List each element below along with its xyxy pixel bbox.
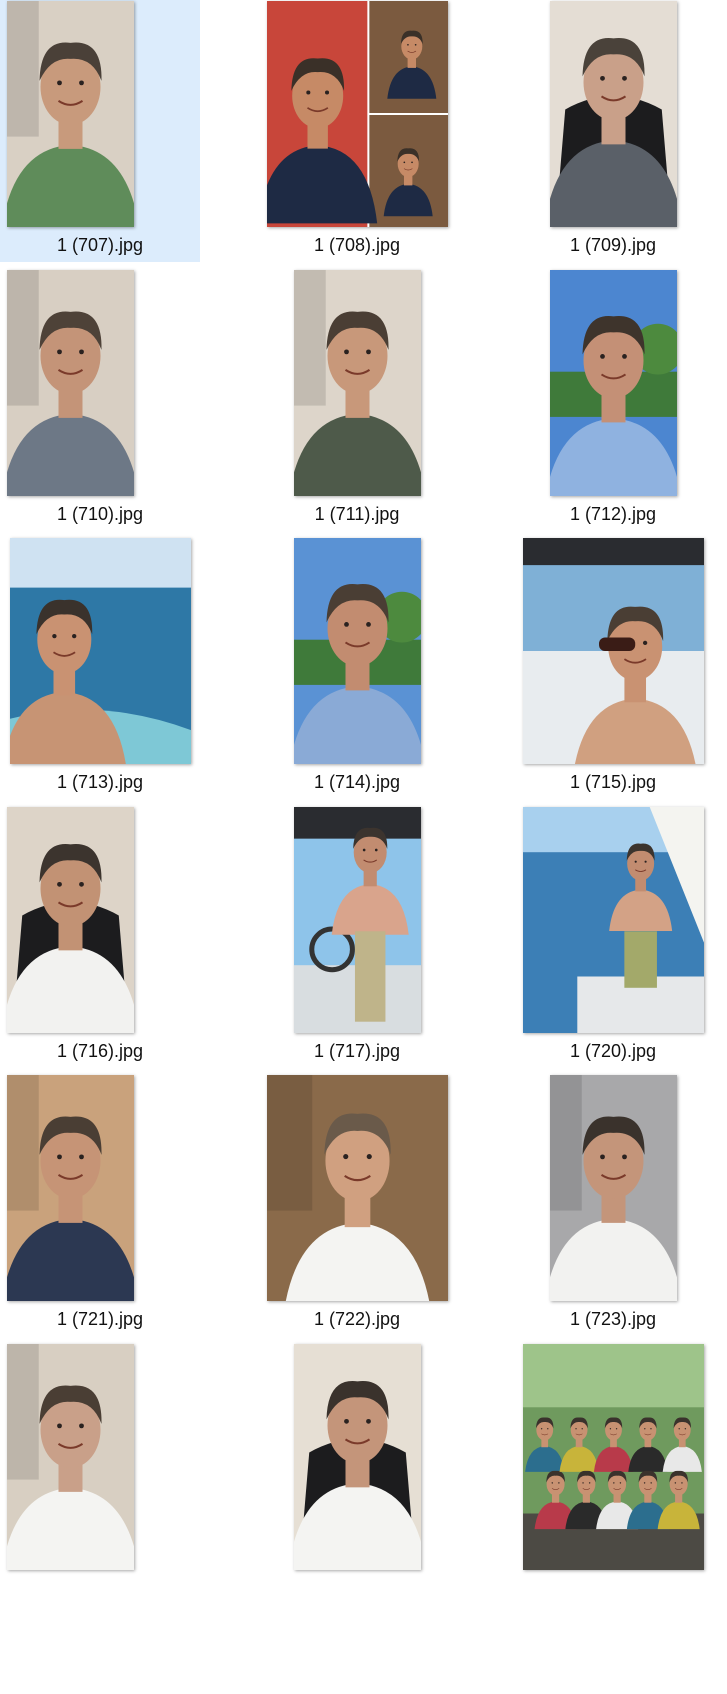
thumbnail-image[interactable] <box>523 538 704 764</box>
file-name-label: 1 (722).jpg <box>313 1309 401 1329</box>
thumbnail-area <box>513 1343 713 1573</box>
file-tile[interactable] <box>513 1343 713 1605</box>
file-tile[interactable]: 1 (717).jpg <box>257 806 457 1068</box>
file-tile[interactable]: 1 (723).jpg <box>513 1074 713 1336</box>
thumbnail-image[interactable] <box>523 1344 704 1570</box>
file-tile[interactable] <box>257 1343 457 1605</box>
thumbnail-image[interactable] <box>294 1344 421 1570</box>
file-tile[interactable]: 1 (720).jpg <box>513 806 713 1068</box>
file-name-label: 1 (710).jpg <box>56 504 144 524</box>
file-name-label: 1 (717).jpg <box>313 1041 401 1061</box>
photo-preview <box>523 538 704 764</box>
thumbnail-area <box>0 1074 200 1304</box>
thumbnail-area <box>513 0 713 230</box>
photo-preview <box>7 1344 134 1570</box>
file-name-label: 1 (720).jpg <box>569 1041 657 1061</box>
thumbnail-image[interactable] <box>550 270 677 496</box>
photo-preview <box>10 538 191 764</box>
file-name-label: 1 (714).jpg <box>313 772 401 792</box>
thumbnail-image[interactable] <box>7 1344 134 1570</box>
thumbnail-area <box>257 1074 457 1304</box>
file-tile[interactable]: 1 (722).jpg <box>257 1074 457 1336</box>
thumbnail-area <box>513 269 713 499</box>
file-tile[interactable]: 1 (715).jpg <box>513 537 713 799</box>
file-tile[interactable] <box>0 1343 200 1605</box>
photo-preview <box>550 270 677 496</box>
photo-preview <box>294 807 421 1033</box>
photo-preview <box>294 538 421 764</box>
thumbnail-area <box>257 0 457 230</box>
thumbnail-area <box>257 537 457 767</box>
file-tile[interactable]: 1 (707).jpg <box>0 0 200 262</box>
photo-preview <box>523 807 704 1033</box>
photo-preview <box>294 1344 421 1570</box>
thumbnail-image[interactable] <box>7 270 134 496</box>
file-name-label: 1 (715).jpg <box>569 772 657 792</box>
file-name-label: 1 (721).jpg <box>56 1309 144 1329</box>
file-tile[interactable]: 1 (714).jpg <box>257 537 457 799</box>
photo-preview <box>7 270 134 496</box>
file-tile[interactable]: 1 (721).jpg <box>0 1074 200 1336</box>
file-tile[interactable]: 1 (710).jpg <box>0 269 200 531</box>
thumbnail-area <box>0 537 200 767</box>
thumbnail-area <box>513 1074 713 1304</box>
thumbnail-image[interactable] <box>294 807 421 1033</box>
thumbnail-area <box>513 537 713 767</box>
thumbnail-area <box>513 806 713 1036</box>
file-name-label: 1 (708).jpg <box>313 235 401 255</box>
thumbnail-area <box>0 806 200 1036</box>
file-tile[interactable]: 1 (713).jpg <box>0 537 200 799</box>
photo-preview <box>7 1 134 227</box>
thumbnail-area <box>0 269 200 499</box>
thumbnail-image[interactable] <box>523 807 704 1033</box>
thumbnail-area <box>0 0 200 230</box>
file-name-label: 1 (716).jpg <box>56 1041 144 1061</box>
thumbnail-image[interactable] <box>7 1075 134 1301</box>
photo-preview <box>267 1075 448 1301</box>
file-grid: 1 (707).jpg 1 (708).jpg 1 (709).jpg 1 (710)… <box>0 0 727 1694</box>
photo-preview <box>550 1 677 227</box>
thumbnail-image[interactable] <box>294 270 421 496</box>
file-tile[interactable]: 1 (711).jpg <box>257 269 457 531</box>
file-tile[interactable]: 1 (708).jpg <box>257 0 457 262</box>
file-tile[interactable]: 1 (712).jpg <box>513 269 713 531</box>
thumbnail-image[interactable] <box>7 807 134 1033</box>
file-name-label: 1 (711).jpg <box>314 504 400 524</box>
thumbnail-image[interactable] <box>10 538 191 764</box>
photo-preview <box>7 1075 134 1301</box>
thumbnail-image[interactable] <box>550 1075 677 1301</box>
photo-preview <box>550 1075 677 1301</box>
thumbnail-area <box>257 269 457 499</box>
photo-preview <box>7 807 134 1033</box>
thumbnail-area <box>257 1343 457 1573</box>
file-name-label: 1 (712).jpg <box>569 504 657 524</box>
thumbnail-area <box>257 806 457 1036</box>
thumbnail-area <box>0 1343 200 1573</box>
file-name-label: 1 (713).jpg <box>56 772 144 792</box>
photo-preview <box>294 270 421 496</box>
thumbnail-image[interactable] <box>267 1075 448 1301</box>
thumbnail-image[interactable] <box>7 1 134 227</box>
thumbnail-image[interactable] <box>294 538 421 764</box>
file-name-label: 1 (709).jpg <box>569 235 657 255</box>
file-name-label: 1 (707).jpg <box>56 235 144 255</box>
photo-preview <box>267 1 448 227</box>
file-name-label: 1 (723).jpg <box>569 1309 657 1329</box>
photo-preview <box>523 1344 704 1570</box>
file-tile[interactable]: 1 (716).jpg <box>0 806 200 1068</box>
thumbnail-image[interactable] <box>550 1 677 227</box>
file-tile[interactable]: 1 (709).jpg <box>513 0 713 262</box>
thumbnail-image[interactable] <box>267 1 448 227</box>
